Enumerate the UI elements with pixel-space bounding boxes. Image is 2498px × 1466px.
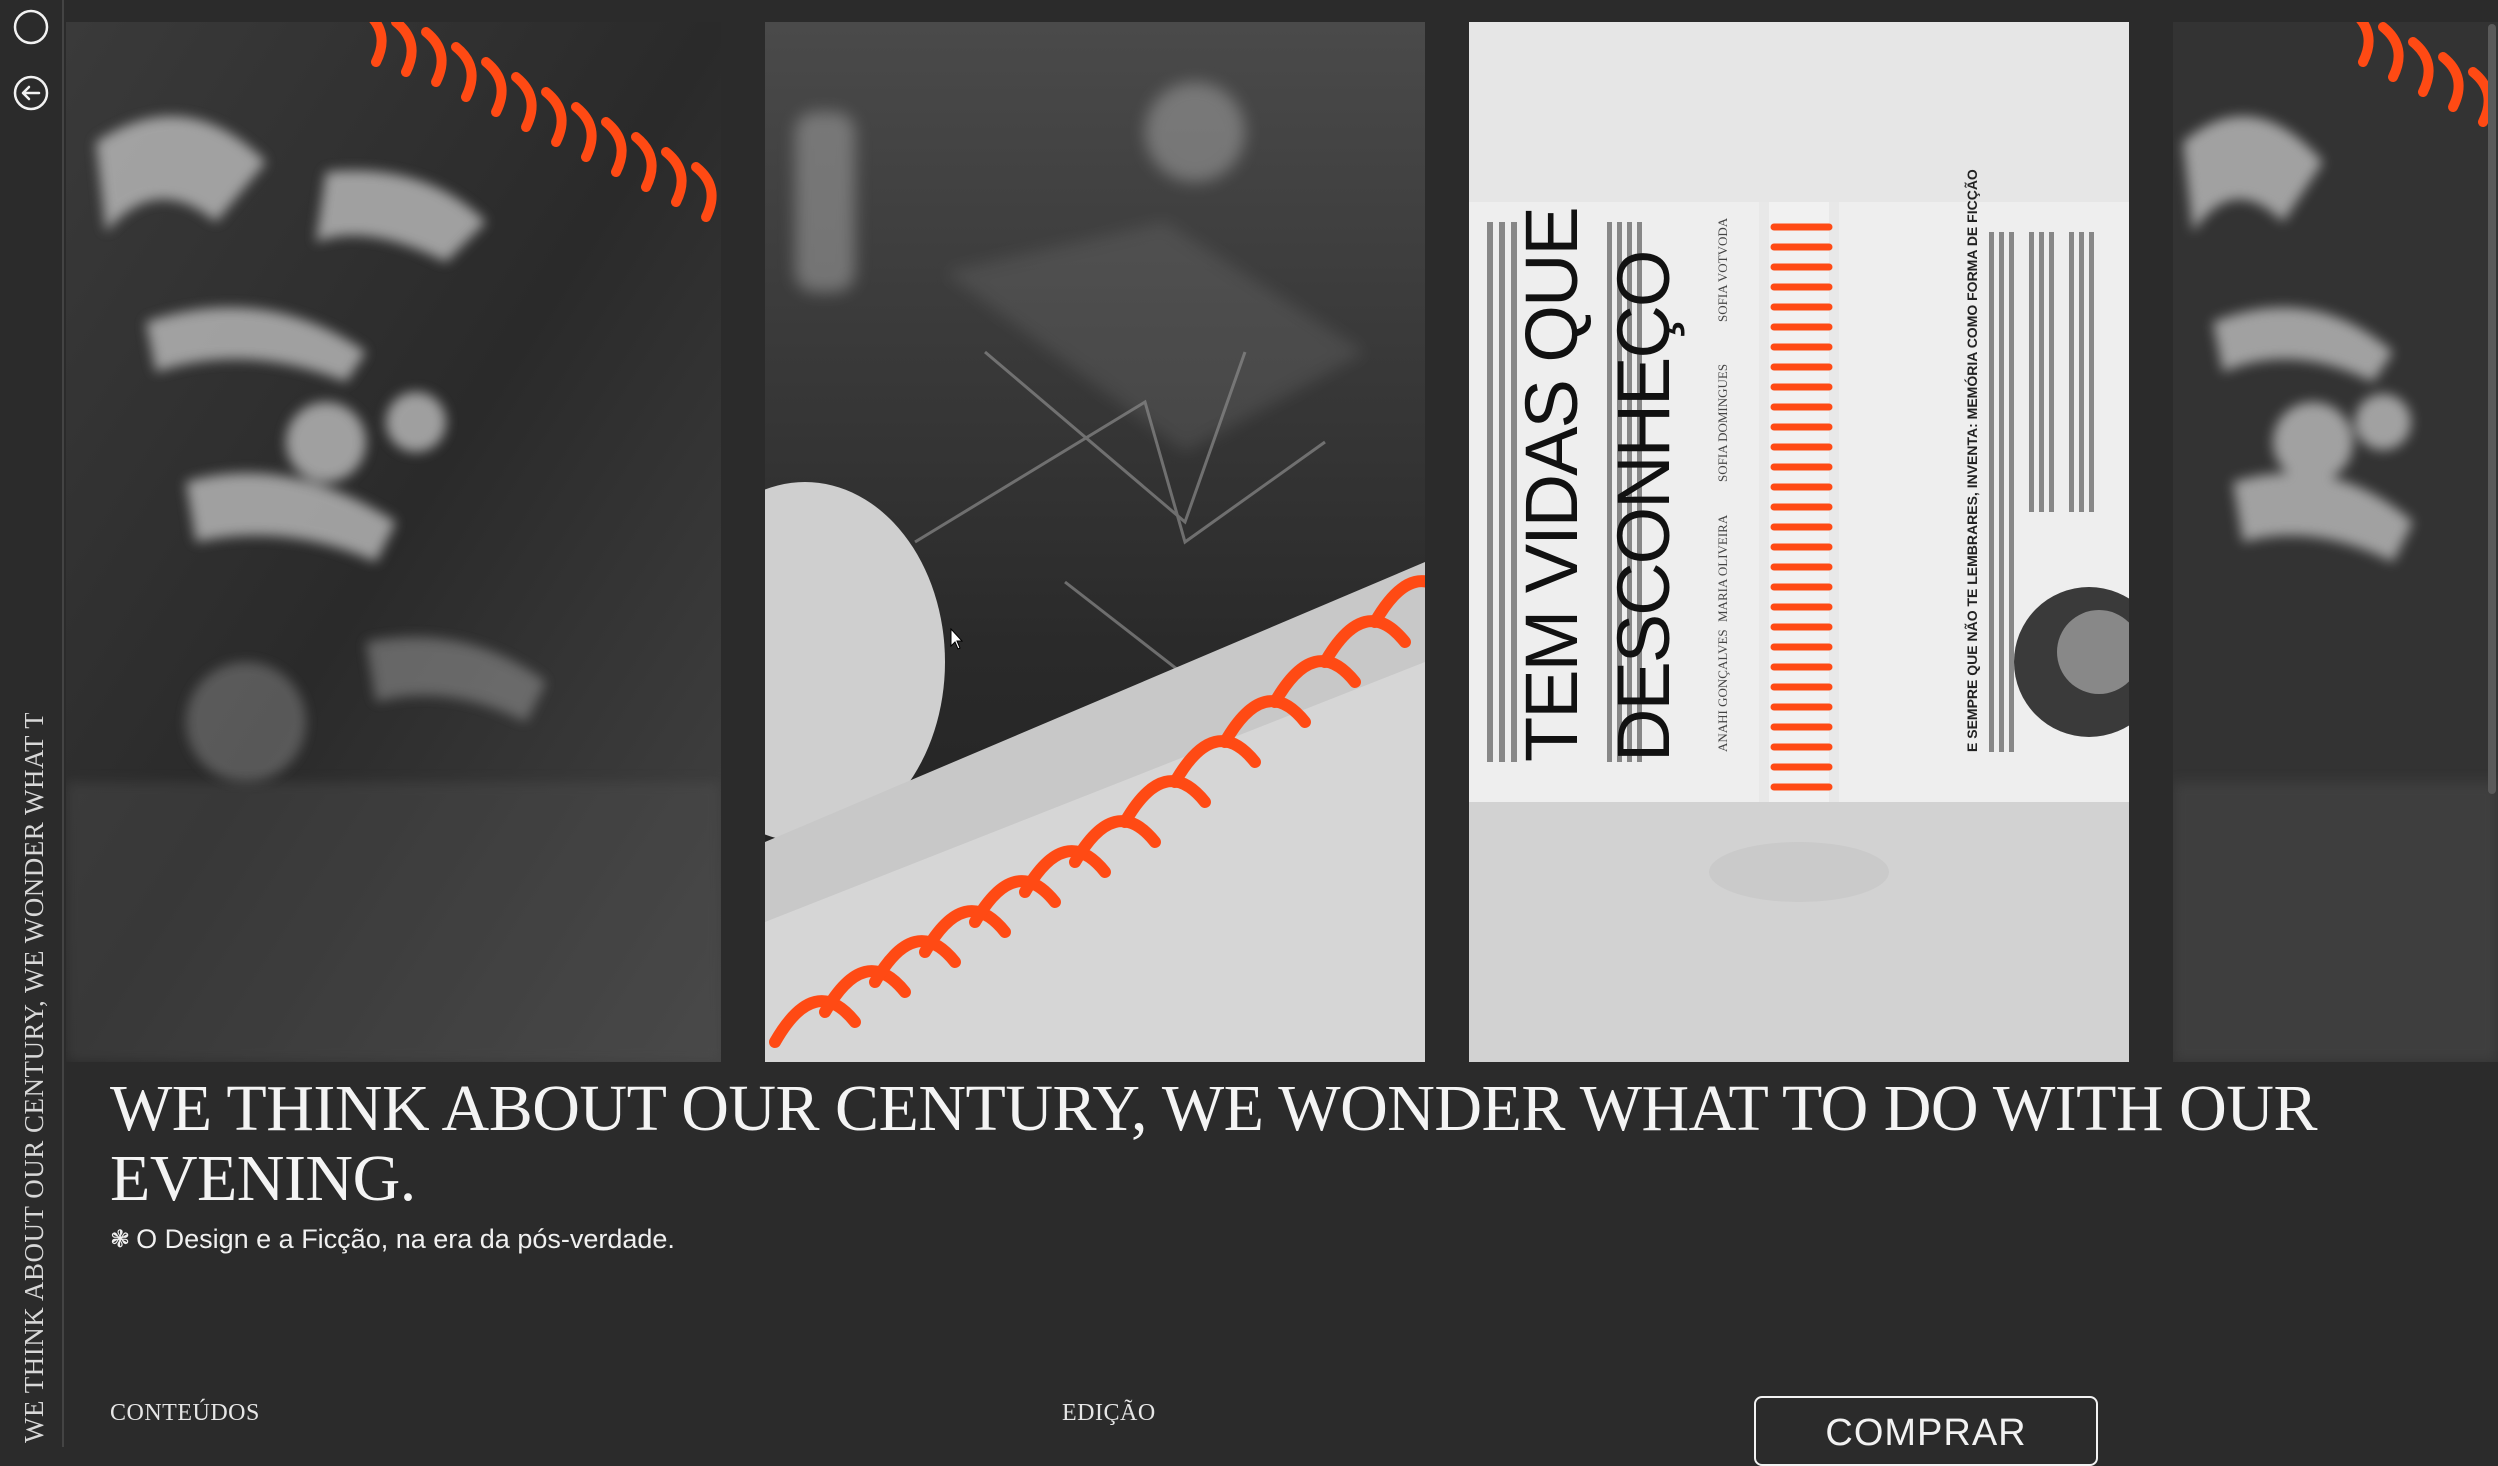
- ticker-text: WE THINK ABOUT OUR CENTURY, WE WONDER WH…: [19, 713, 49, 1443]
- flower-icon: ❃: [110, 1226, 131, 1253]
- buy-button[interactable]: COMPRAR: [1754, 1396, 2098, 1466]
- book-author-1: SOFIA VOTVODA: [1715, 217, 1730, 322]
- book-title-line1: TEM VIDAS QUE: [1510, 208, 1593, 762]
- gallery-image-notebook-left[interactable]: [66, 22, 721, 1062]
- circle-icon[interactable]: [12, 8, 50, 46]
- subtitle-text: O Design e a Ficção, na era da pós-verda…: [136, 1224, 675, 1254]
- gallery-image-notebook-right[interactable]: [2173, 22, 2498, 1062]
- book-author-2: SOFIA DOMINGUES: [1715, 364, 1730, 482]
- nav-contents-link[interactable]: CONTEÚDOS: [110, 1400, 260, 1427]
- nav-edition-link[interactable]: EDIÇÃO: [1062, 1400, 1156, 1427]
- back-arrow-icon[interactable]: [12, 74, 50, 112]
- book-author-4: ANAHI GONÇALVES: [1715, 629, 1730, 752]
- page-subtitle: ❃ O Design e a Ficção, na era da pós-ver…: [110, 1224, 675, 1255]
- book-right-heading: E SEMPRE QUE NÃO TE LEMBRARES, INVENTA: …: [1963, 169, 1980, 752]
- sidebar: WE THINK ABOUT OUR CENTURY, WE WONDER WH…: [0, 0, 64, 1447]
- gallery-image-book-spread[interactable]: TEM VIDAS QUE DESCONHEÇO SOFIA VOTVODA S…: [1469, 22, 2129, 1062]
- page-scrollbar[interactable]: [2488, 24, 2496, 794]
- vertical-ticker: WE THINK ABOUT OUR CENTURY, WE WONDER WH…: [14, 713, 54, 1443]
- image-gallery[interactable]: TEM VIDAS QUE DESCONHEÇO SOFIA VOTVODA S…: [66, 22, 2498, 1062]
- page-headline: WE THINK ABOUT OUR CENTURY, WE WONDER WH…: [110, 1072, 2317, 1215]
- book-title-line2: DESCONHEÇO: [1602, 252, 1685, 762]
- gallery-image-spiral-binding[interactable]: [765, 22, 1425, 1062]
- book-author-3: MARIA OLIVEIRA: [1715, 514, 1730, 622]
- mouse-cursor-icon: [950, 628, 964, 650]
